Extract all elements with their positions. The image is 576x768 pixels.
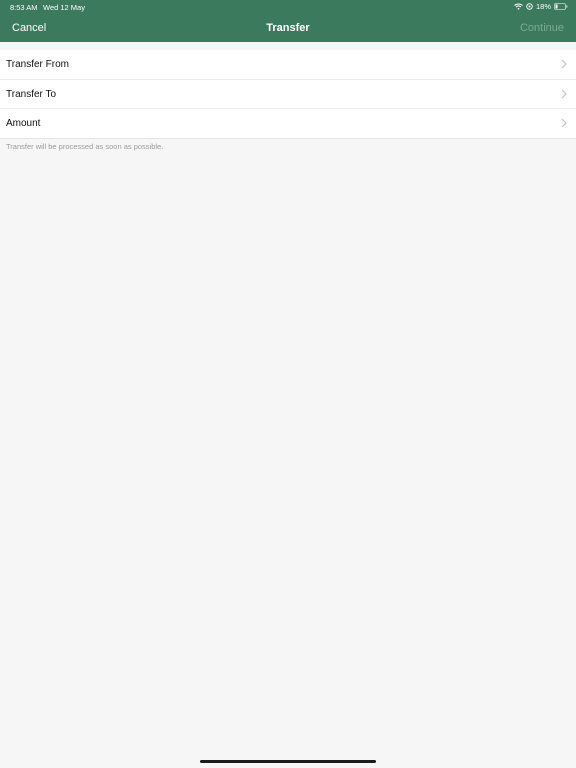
page-title: Transfer (266, 22, 310, 34)
amount-row[interactable]: Amount (0, 109, 576, 139)
transfer-form-list: Transfer From Transfer To Amount (0, 50, 576, 139)
transfer-from-label: Transfer From (6, 59, 69, 70)
status-bar: 8:53 AM Wed 12 May 18% (0, 0, 576, 14)
continue-button[interactable]: Continue (520, 22, 564, 34)
transfer-from-row[interactable]: Transfer From (0, 50, 576, 80)
amount-label: Amount (6, 118, 41, 129)
status-icons: 18% (514, 2, 568, 11)
battery-icon (554, 3, 568, 10)
location-icon (526, 3, 533, 10)
transfer-to-label: Transfer To (6, 88, 57, 100)
transfer-to-row[interactable]: Transfer To (0, 80, 576, 109)
chevron-right-icon (561, 59, 567, 69)
home-indicator[interactable] (200, 760, 376, 763)
chevron-right-icon (561, 118, 567, 128)
status-date: Wed 12 May (43, 3, 85, 12)
battery-percent: 18% (535, 2, 551, 11)
navigation-bar: 8:53 AM Wed 12 May 18% Cancel Transfer C… (0, 0, 576, 42)
status-time: 8:53 AM (10, 3, 38, 12)
chevron-right-icon (561, 89, 567, 98)
wifi-icon (514, 3, 523, 10)
transfer-footnote: Transfer will be processed as soon as po… (6, 142, 164, 151)
